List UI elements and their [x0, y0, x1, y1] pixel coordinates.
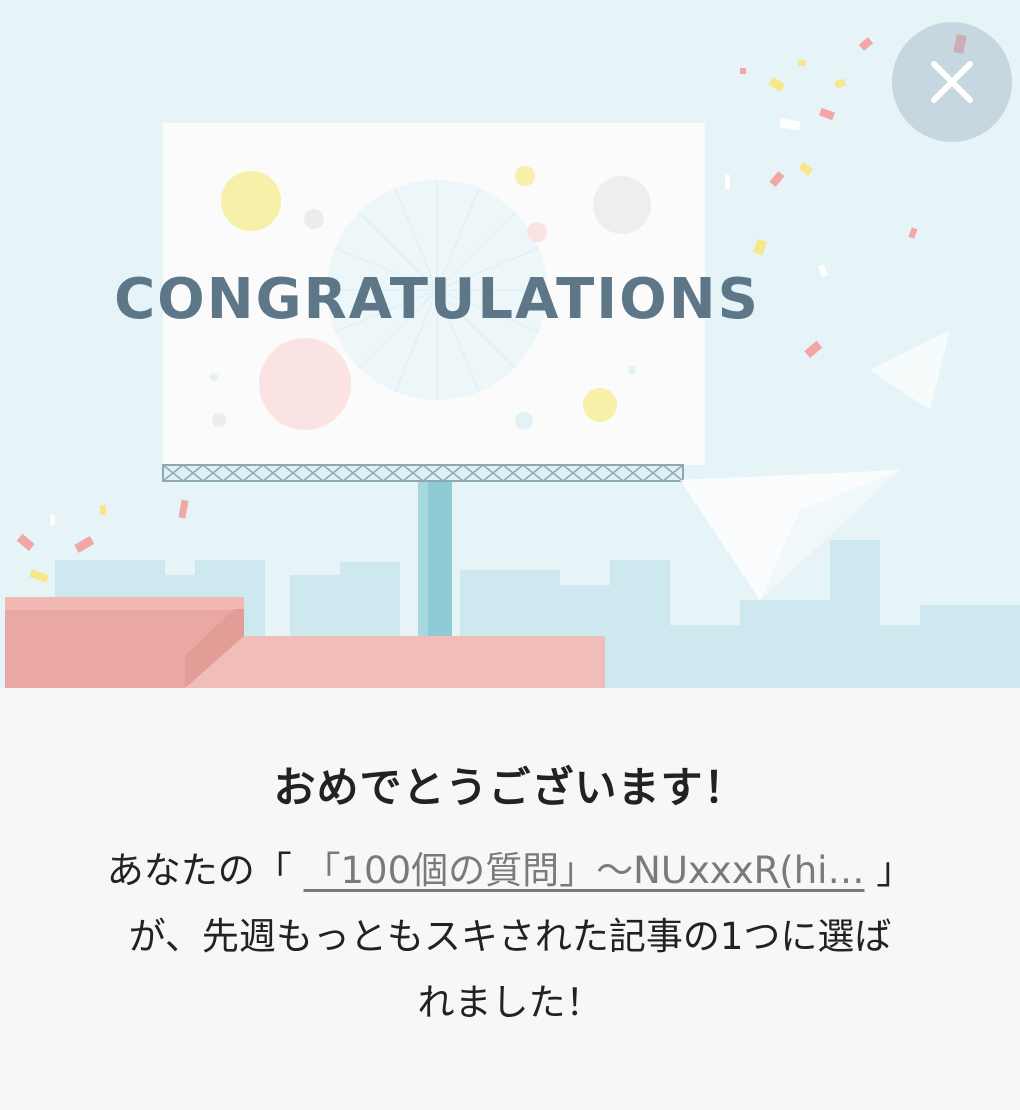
close-icon [931, 61, 973, 103]
message-prefix: あなたの「 [106, 849, 304, 892]
message-line3: れました！ [417, 981, 603, 1024]
dialog-message: あなたの「 「100個の質問」〜NUxxxR(hi… 」 が、先週もっともスキさ… [70, 838, 950, 1036]
dialog-heading: おめでとうございます！ [273, 763, 747, 812]
article-link[interactable]: 「100個の質問」〜NUxxxR(hi… [304, 849, 865, 892]
message-line1-end: 」 [864, 849, 914, 892]
congratulations-illustration: CONGRATULATIONS [0, 0, 1020, 688]
close-button[interactable] [892, 22, 1012, 142]
congratulations-dialog: CONGRATULATIONS おめでとうございます！ あなたの「 「100個の… [0, 0, 1020, 1110]
message-line2: が、先週もっともスキされた記事の1つに選ば [128, 915, 892, 958]
dialog-content: おめでとうございます！ あなたの「 「100個の質問」〜NUxxxR(hi… 」… [0, 688, 1020, 1110]
billboard-truss [162, 464, 684, 482]
billboard-text: CONGRATULATIONS [114, 267, 760, 332]
